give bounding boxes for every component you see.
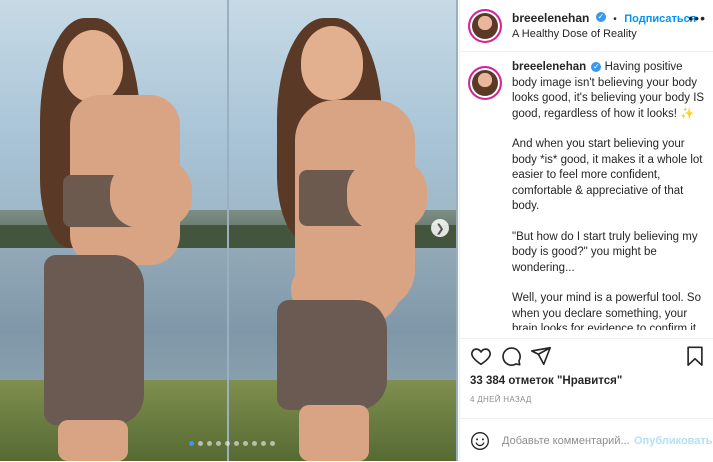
post-sidebar: breeelenehan ✓ • Подписаться A Healthy D… bbox=[459, 0, 713, 461]
carousel-dot bbox=[270, 441, 275, 446]
carousel-dot bbox=[216, 441, 221, 446]
next-slide-button[interactable]: ❯ bbox=[431, 219, 449, 237]
separator: • bbox=[613, 13, 617, 25]
comment-input[interactable] bbox=[500, 433, 632, 448]
caption-paragraph: "But how do I start truly believing my b… bbox=[512, 230, 698, 274]
caption-avatar[interactable] bbox=[468, 66, 502, 100]
carousel-dot bbox=[234, 441, 239, 446]
carousel-dot bbox=[189, 441, 194, 446]
likes-count[interactable]: 33 384 отметок "Нравится" bbox=[470, 375, 622, 387]
post-age[interactable]: 4 ДНЕЙ НАЗАД bbox=[470, 395, 532, 404]
share-icon[interactable] bbox=[530, 345, 552, 367]
post-caption: breeelenehan ✓ Having positive body imag… bbox=[468, 60, 706, 330]
chevron-right-icon: ❯ bbox=[435, 222, 445, 235]
verified-badge-icon: ✓ bbox=[591, 61, 602, 72]
author-username[interactable]: breeelenehan bbox=[512, 11, 589, 25]
follow-button[interactable]: Подписаться bbox=[624, 13, 696, 25]
caption-text: breeelenehan ✓ Having positive body imag… bbox=[512, 60, 706, 330]
photo-before bbox=[0, 0, 227, 461]
photo-after bbox=[229, 0, 456, 461]
instagram-post: ❯ breeelenehan ✓ • Подписаться A Healthy… bbox=[0, 0, 713, 461]
carousel-indicator bbox=[189, 441, 275, 446]
comment-form: Опубликовать bbox=[460, 418, 713, 462]
post-header: breeelenehan ✓ • Подписаться A Healthy D… bbox=[460, 0, 713, 52]
caption-paragraph: And when you start believing your body *… bbox=[512, 138, 703, 212]
emoji-icon[interactable] bbox=[470, 431, 490, 451]
carousel-dot bbox=[252, 441, 257, 446]
post-media-carousel[interactable] bbox=[0, 0, 458, 461]
avatar[interactable] bbox=[468, 8, 502, 43]
comment-icon[interactable] bbox=[500, 345, 522, 367]
carousel-dot bbox=[198, 441, 203, 446]
caption-username[interactable]: breeelenehan bbox=[512, 61, 586, 73]
more-options-icon[interactable]: ••• bbox=[688, 10, 706, 26]
carousel-dot bbox=[207, 441, 212, 446]
action-bar bbox=[460, 338, 713, 375]
caption-paragraph: Well, your mind is a powerful tool. So w… bbox=[512, 292, 701, 330]
carousel-dot bbox=[225, 441, 230, 446]
post-subtitle[interactable]: A Healthy Dose of Reality bbox=[512, 27, 696, 42]
verified-badge-icon: ✓ bbox=[595, 12, 606, 23]
publish-button[interactable]: Опубликовать bbox=[634, 435, 713, 447]
bookmark-icon[interactable] bbox=[684, 345, 706, 367]
carousel-dot bbox=[261, 441, 266, 446]
heart-icon[interactable] bbox=[470, 345, 492, 367]
carousel-dot bbox=[243, 441, 248, 446]
